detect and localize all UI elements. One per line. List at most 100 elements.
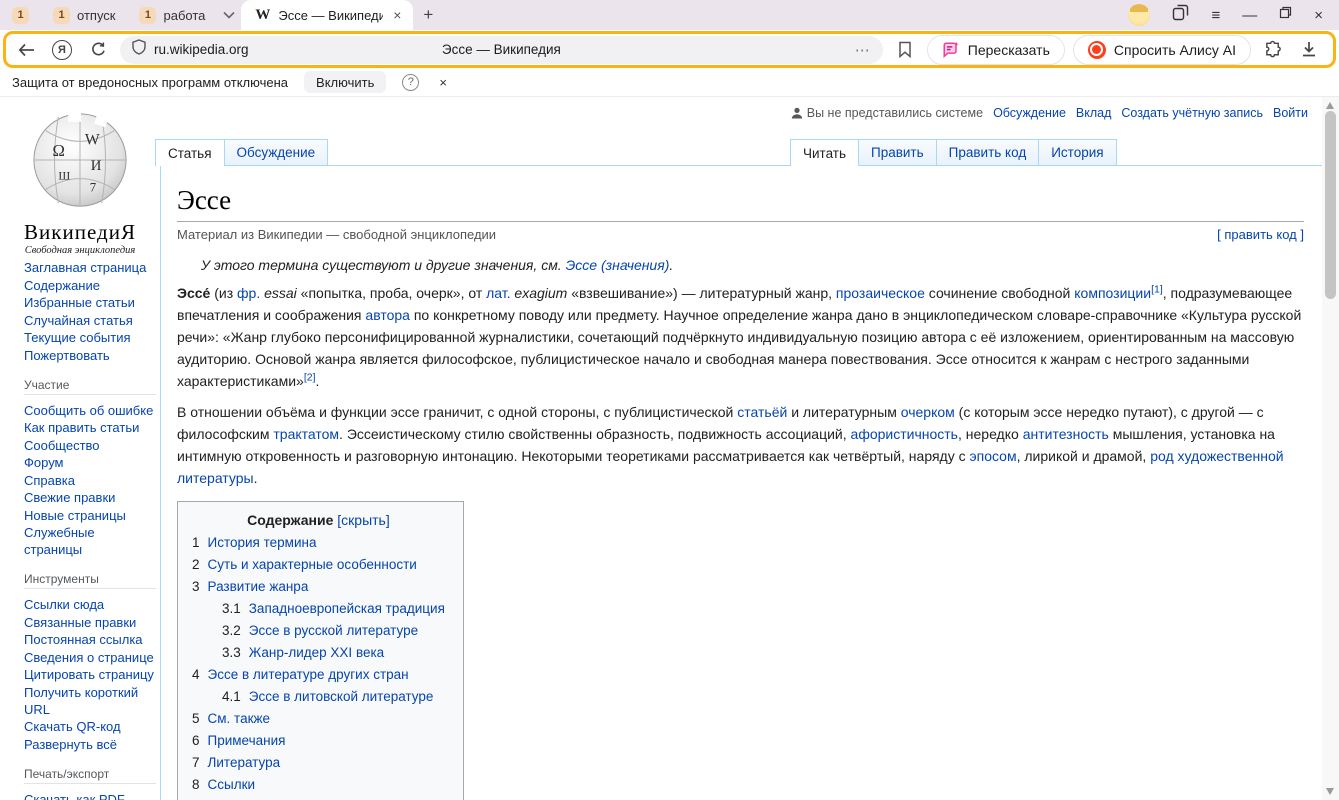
ask-alice-button[interactable]: Спросить Алису AI	[1073, 35, 1251, 65]
personal-link-talk[interactable]: Обсуждение	[993, 106, 1066, 120]
tab-article[interactable]: Статья	[155, 139, 225, 166]
toc-link[interactable]: Развитие жанра	[208, 579, 309, 594]
tab-close-icon[interactable]: ×	[391, 7, 403, 23]
toc-item[interactable]: 7Литература	[192, 755, 445, 770]
tab-discussion[interactable]: Обсуждение	[224, 139, 329, 165]
personal-link-createaccount[interactable]: Создать учётную запись	[1121, 106, 1263, 120]
toc-link[interactable]: Западноевропейская традиция	[249, 601, 445, 616]
new-tab-button[interactable]: +	[413, 0, 443, 30]
scroll-up-icon[interactable]	[1326, 102, 1334, 109]
sidebar-link[interactable]: Как править статьи	[24, 419, 156, 436]
sidebar-link[interactable]: Избранные статьи	[24, 294, 156, 311]
tab-edit[interactable]: Править	[858, 139, 937, 165]
toc-link[interactable]: Жанр-лидер XXI века	[249, 645, 384, 660]
inline-link[interactable]: [2]	[304, 371, 316, 383]
edit-source-link[interactable]: [ править код ]	[1217, 227, 1304, 242]
toc-item[interactable]: 8Ссылки	[192, 777, 445, 792]
toc-item[interactable]: 2Суть и характерные особенности	[192, 557, 445, 572]
active-tab-wikipedia[interactable]: W Эссе — Википедия ×	[241, 0, 413, 30]
inline-link[interactable]: [1]	[1151, 283, 1163, 295]
inline-link[interactable]: очерком	[901, 404, 955, 420]
sidebar-link[interactable]: Скачать как PDF	[24, 791, 156, 800]
sidebar-link[interactable]: Скачать QR-код	[24, 718, 156, 735]
sidebar-link[interactable]: Свежие правки	[24, 489, 156, 506]
sidebar-link[interactable]: Служебные страницы	[24, 524, 156, 558]
toc-link[interactable]: Эссе в русской литературе	[249, 623, 418, 638]
sidebar-link[interactable]: Заглавная страница	[24, 259, 156, 276]
toc-hide-link[interactable]: [скрыть]	[337, 512, 389, 528]
yandex-home-icon[interactable]: Я	[48, 36, 76, 64]
downloads-icon[interactable]	[1295, 36, 1323, 64]
window-restore-icon[interactable]	[1279, 6, 1292, 24]
reload-icon[interactable]	[84, 36, 112, 64]
site-shield-icon[interactable]	[132, 39, 146, 60]
inline-link[interactable]: прозаическое	[836, 285, 925, 301]
extensions-puzzle-icon[interactable]	[1259, 36, 1287, 64]
tab-history[interactable]: История	[1038, 139, 1116, 165]
toc-link[interactable]: Примечания	[208, 733, 286, 748]
sidebar-link[interactable]: Пожертвовать	[24, 347, 156, 364]
toc-item[interactable]: 5См. также	[192, 711, 445, 726]
toc-link[interactable]: См. также	[208, 711, 271, 726]
inline-link[interactable]: антитезность	[1023, 426, 1109, 442]
sidebar-link[interactable]: Ссылки сюда	[24, 596, 156, 613]
inline-link[interactable]: лат.	[486, 285, 510, 301]
notification-close-icon[interactable]: ×	[439, 75, 447, 90]
sidebar-link[interactable]: Постоянная ссылка	[24, 631, 156, 648]
sidebar-link[interactable]: Развернуть всё	[24, 736, 156, 753]
page-scrollbar[interactable]	[1322, 97, 1339, 800]
sidebar-link[interactable]: Получить короткий URL	[24, 684, 156, 718]
toc-item[interactable]: 3.3Жанр-лидер XXI века	[222, 645, 445, 660]
help-icon[interactable]: ?	[402, 74, 419, 91]
sidebar-link[interactable]: Сведения о странице	[24, 649, 156, 666]
enable-protection-button[interactable]: Включить	[304, 71, 386, 93]
tab-edit-source[interactable]: Править код	[936, 139, 1040, 165]
sidebar-link[interactable]: Связанные правки	[24, 614, 156, 631]
window-minimize-icon[interactable]: —	[1242, 8, 1257, 23]
sidebar-link[interactable]: Новые страницы	[24, 507, 156, 524]
back-icon[interactable]	[12, 36, 40, 64]
scroll-down-icon[interactable]	[1326, 788, 1334, 795]
browser-tab-otpusk[interactable]: 1 отпуск	[41, 0, 127, 30]
inline-link[interactable]: афористичность	[851, 426, 958, 442]
window-close-icon[interactable]: ×	[1314, 8, 1323, 23]
address-bar[interactable]: ru.wikipedia.org Эссе — Википедия ⋯	[120, 36, 883, 64]
toc-link[interactable]: Литература	[208, 755, 281, 770]
inline-link[interactable]: эпосом	[969, 448, 1016, 464]
tab-list-chevron-icon[interactable]	[217, 0, 241, 30]
inline-link[interactable]: фр.	[237, 285, 260, 301]
toc-link[interactable]: Эссе в литовской литературе	[249, 689, 434, 704]
inline-link[interactable]: композиции	[1074, 285, 1151, 301]
inline-link[interactable]: автора	[365, 307, 410, 323]
sidebar-link[interactable]: Форум	[24, 454, 156, 471]
pinned-tab[interactable]: 1	[0, 0, 41, 30]
toc-item[interactable]: 4.1Эссе в литовской литературе	[222, 689, 445, 704]
toc-item[interactable]: 3Развитие жанра	[192, 579, 445, 594]
more-actions-icon[interactable]: ⋯	[855, 41, 871, 59]
sidebar-link[interactable]: Цитировать страницу	[24, 666, 156, 683]
toc-item[interactable]: 4Эссе в литературе других стран	[192, 667, 445, 682]
toc-item[interactable]: 3.2Эссе в русской литературе	[222, 623, 445, 638]
toc-item[interactable]: 6Примечания	[192, 733, 445, 748]
toc-link[interactable]: Эссе в литературе других стран	[208, 667, 409, 682]
sidebar-link[interactable]: Текущие события	[24, 329, 156, 346]
bookmark-icon[interactable]	[891, 36, 919, 64]
browser-menu-icon[interactable]: ≡	[1211, 8, 1220, 23]
toc-link[interactable]: Ссылки	[208, 777, 256, 792]
tab-panels-icon[interactable]	[1172, 4, 1189, 26]
toc-item[interactable]: 3.1Западноевропейская традиция	[222, 601, 445, 616]
tab-read[interactable]: Читать	[790, 139, 859, 166]
sidebar-link[interactable]: Содержание	[24, 277, 156, 294]
personal-link-login[interactable]: Войти	[1273, 106, 1308, 120]
toc-link[interactable]: История термина	[208, 535, 317, 550]
inline-link[interactable]: Эссе (значения)	[566, 257, 670, 273]
inline-link[interactable]: статьёй	[737, 404, 787, 420]
scrollbar-thumb[interactable]	[1325, 111, 1336, 299]
sidebar-link[interactable]: Справка	[24, 472, 156, 489]
profile-avatar[interactable]	[1128, 4, 1150, 26]
sidebar-link[interactable]: Случайная статья	[24, 312, 156, 329]
sidebar-link[interactable]: Сообщить об ошибке	[24, 402, 156, 419]
wikipedia-logo[interactable]: Ω W И 7 Ш ВикипедиЯ Свободная энциклопед…	[0, 109, 160, 256]
toc-link[interactable]: Суть и характерные особенности	[208, 557, 417, 572]
retell-button[interactable]: Пересказать	[927, 35, 1065, 65]
